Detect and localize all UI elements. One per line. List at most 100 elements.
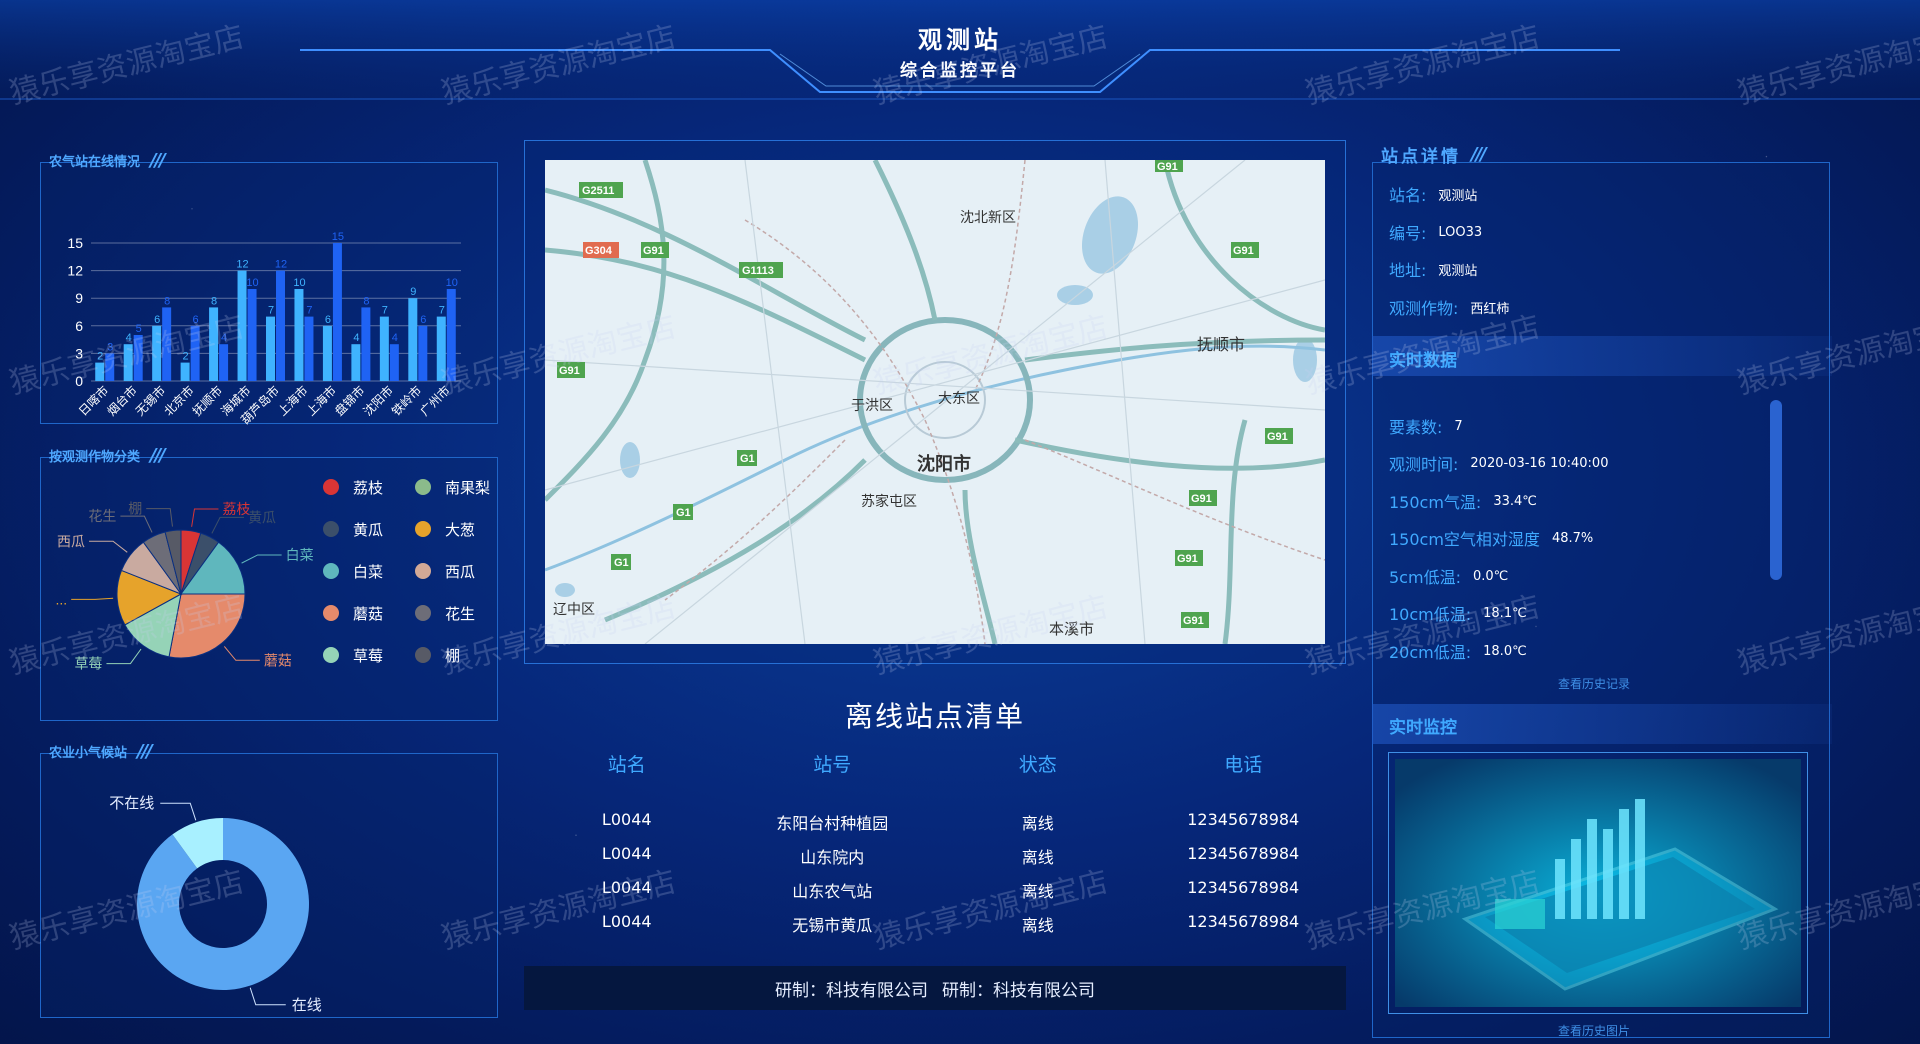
bar bbox=[105, 353, 115, 381]
legend-item[interactable]: 荔枝 bbox=[323, 477, 415, 498]
legend-item[interactable]: 大葱 bbox=[415, 519, 507, 540]
history-record-link[interactable]: 查看历史记录 bbox=[1558, 675, 1630, 692]
realtime-soil-5cm: 5cm低温: 0.0℃ bbox=[1389, 568, 1509, 587]
map-canvas[interactable]: G2511 G304 G91 G1113 G91 G91 G91 G1 G1 G… bbox=[545, 160, 1325, 644]
bar bbox=[190, 325, 200, 381]
highway-shield: G1 bbox=[673, 504, 693, 520]
legend-dot-icon bbox=[415, 563, 431, 579]
highway-shield: G1 bbox=[737, 450, 757, 466]
legend-dot-icon bbox=[323, 563, 339, 579]
bar bbox=[133, 335, 143, 381]
bar bbox=[322, 325, 332, 381]
table-row[interactable]: L0044 山东农气站 离线 12345678984 bbox=[524, 878, 1346, 902]
legend-row: 白菜 西瓜 bbox=[323, 550, 507, 592]
highway-shield: G2511 bbox=[579, 182, 623, 198]
donut-chart: 在线 不在线 bbox=[109, 795, 322, 1014]
realtime-scrollbar[interactable] bbox=[1770, 400, 1782, 580]
bar bbox=[332, 243, 342, 381]
cell-phone: 12345678984 bbox=[1187, 810, 1300, 829]
realtime-element-count: 要素数: 7 bbox=[1389, 418, 1463, 437]
legend-dot-icon bbox=[323, 521, 339, 537]
bar-value-label: 8 bbox=[211, 295, 217, 307]
cell-station-name: L0044 bbox=[601, 912, 652, 931]
pie-slice bbox=[168, 593, 246, 659]
column-header: 站名 bbox=[607, 754, 646, 776]
legend-label: 棚 bbox=[445, 646, 461, 665]
cell-station-no: 山东院内 bbox=[800, 848, 865, 867]
cell-station-no: 东阳台村种植园 bbox=[776, 814, 889, 833]
footer-credit: 研制：科技有限公司 bbox=[775, 980, 928, 1001]
detail-station-name: 站名: 观测站 bbox=[1389, 186, 1478, 205]
bar-value-label: 9 bbox=[410, 286, 416, 298]
bar-value-label: 2 bbox=[183, 351, 189, 363]
column-header: 站号 bbox=[813, 754, 852, 776]
cell-phone: 12345678984 bbox=[1187, 844, 1300, 863]
svg-text:G1: G1 bbox=[614, 557, 629, 569]
pie-leader-line bbox=[120, 515, 153, 533]
pie-slice-label: 草莓 bbox=[74, 656, 102, 672]
bar-value-label: 6 bbox=[325, 314, 331, 326]
bar bbox=[294, 289, 304, 381]
svg-text:G1: G1 bbox=[740, 453, 755, 465]
pie-slice-label: ... bbox=[55, 591, 67, 607]
bar bbox=[361, 307, 371, 381]
legend-item[interactable]: 草莓 bbox=[323, 645, 415, 666]
legend-item[interactable]: 西瓜 bbox=[415, 561, 507, 582]
bar-value-label: 10 bbox=[446, 277, 458, 289]
cell-station-name: L0044 bbox=[601, 878, 652, 897]
bar-value-label: 4 bbox=[126, 332, 132, 344]
legend-item[interactable]: 白菜 bbox=[323, 561, 415, 582]
y-tick-label: 6 bbox=[75, 318, 83, 334]
legend-item[interactable]: 黄瓜 bbox=[323, 519, 415, 540]
bar-value-label: 10 bbox=[246, 277, 258, 289]
realtime-air-temp: 150cm气温: 33.4℃ bbox=[1389, 493, 1537, 512]
legend-row: 蘑菇 花生 bbox=[323, 592, 507, 634]
history-photo-link[interactable]: 查看历史图片 bbox=[1558, 1022, 1630, 1039]
table-row[interactable]: L0044 东阳台村种植园 离线 12345678984 bbox=[524, 810, 1346, 834]
cell-status: 离线 bbox=[1021, 882, 1054, 901]
map-label: 抚顺市 bbox=[1197, 336, 1245, 354]
donut-leader-line bbox=[160, 802, 197, 821]
monitor-image[interactable] bbox=[1388, 752, 1808, 1014]
x-tick-label: 铁岭市 bbox=[388, 383, 424, 419]
table-row[interactable]: L0044 山东院内 离线 12345678984 bbox=[524, 844, 1346, 868]
bar bbox=[162, 307, 172, 381]
bar bbox=[418, 325, 428, 381]
legend-row: 草莓 棚 bbox=[323, 634, 507, 676]
highway-shield: G91 bbox=[1265, 428, 1293, 444]
legend-dot-icon bbox=[415, 605, 431, 621]
bar-value-label: 7 bbox=[382, 305, 388, 317]
cell-status: 离线 bbox=[1021, 848, 1054, 867]
realtime-soil-10cm: 10cm低温: 18.1℃ bbox=[1389, 605, 1527, 624]
legend-item[interactable]: 南果梨 bbox=[415, 477, 507, 498]
x-tick-label: 烟台市 bbox=[104, 383, 140, 419]
realtime-soil-20cm: 20cm低温: 18.0℃ bbox=[1389, 643, 1527, 662]
crop-panel: 按观测作物分类 /// 荔枝 黄瓜 白菜 蘑菇 草莓... 西瓜 花生棚 荔枝 南果梨 黄瓜 大葱… bbox=[40, 445, 498, 721]
pie-leader-line bbox=[211, 516, 245, 534]
y-tick-label: 15 bbox=[67, 235, 83, 251]
legend-item[interactable]: 花生 bbox=[415, 603, 507, 624]
table-row[interactable]: L0044 无锡市黄瓜 离线 12345678984 bbox=[524, 912, 1346, 936]
legend-label: 白菜 bbox=[353, 562, 384, 581]
bar bbox=[276, 270, 285, 381]
detail-panel-title: 站点详情 bbox=[1381, 146, 1461, 167]
x-tick-label: 北京市 bbox=[161, 383, 197, 419]
legend-dot-icon bbox=[323, 479, 339, 495]
x-tick-label: 广州市 bbox=[417, 383, 453, 419]
title-decoration-icon: /// bbox=[1471, 143, 1487, 165]
highway-shield: G1113 bbox=[739, 262, 783, 278]
header: 观测站 综合监控平台 bbox=[0, 0, 1920, 100]
bar-value-label: 6 bbox=[420, 314, 426, 326]
map-label: 本溪市 bbox=[1049, 621, 1094, 638]
offline-list-header: 站名 站号 状态 电话 bbox=[524, 750, 1346, 777]
legend-item[interactable]: 蘑菇 bbox=[323, 603, 415, 624]
svg-text:G91: G91 bbox=[1233, 245, 1254, 257]
cell-phone: 12345678984 bbox=[1187, 878, 1300, 897]
legend-item[interactable]: 棚 bbox=[415, 645, 507, 666]
legend-dot-icon bbox=[415, 647, 431, 663]
bar bbox=[152, 325, 162, 381]
map[interactable]: G2511 G304 G91 G1113 G91 G91 G91 G1 G1 G… bbox=[545, 160, 1325, 644]
cell-station-no: 无锡市黄瓜 bbox=[792, 916, 873, 935]
pie-leader-line bbox=[191, 508, 219, 527]
legend-label: 花生 bbox=[445, 604, 476, 623]
